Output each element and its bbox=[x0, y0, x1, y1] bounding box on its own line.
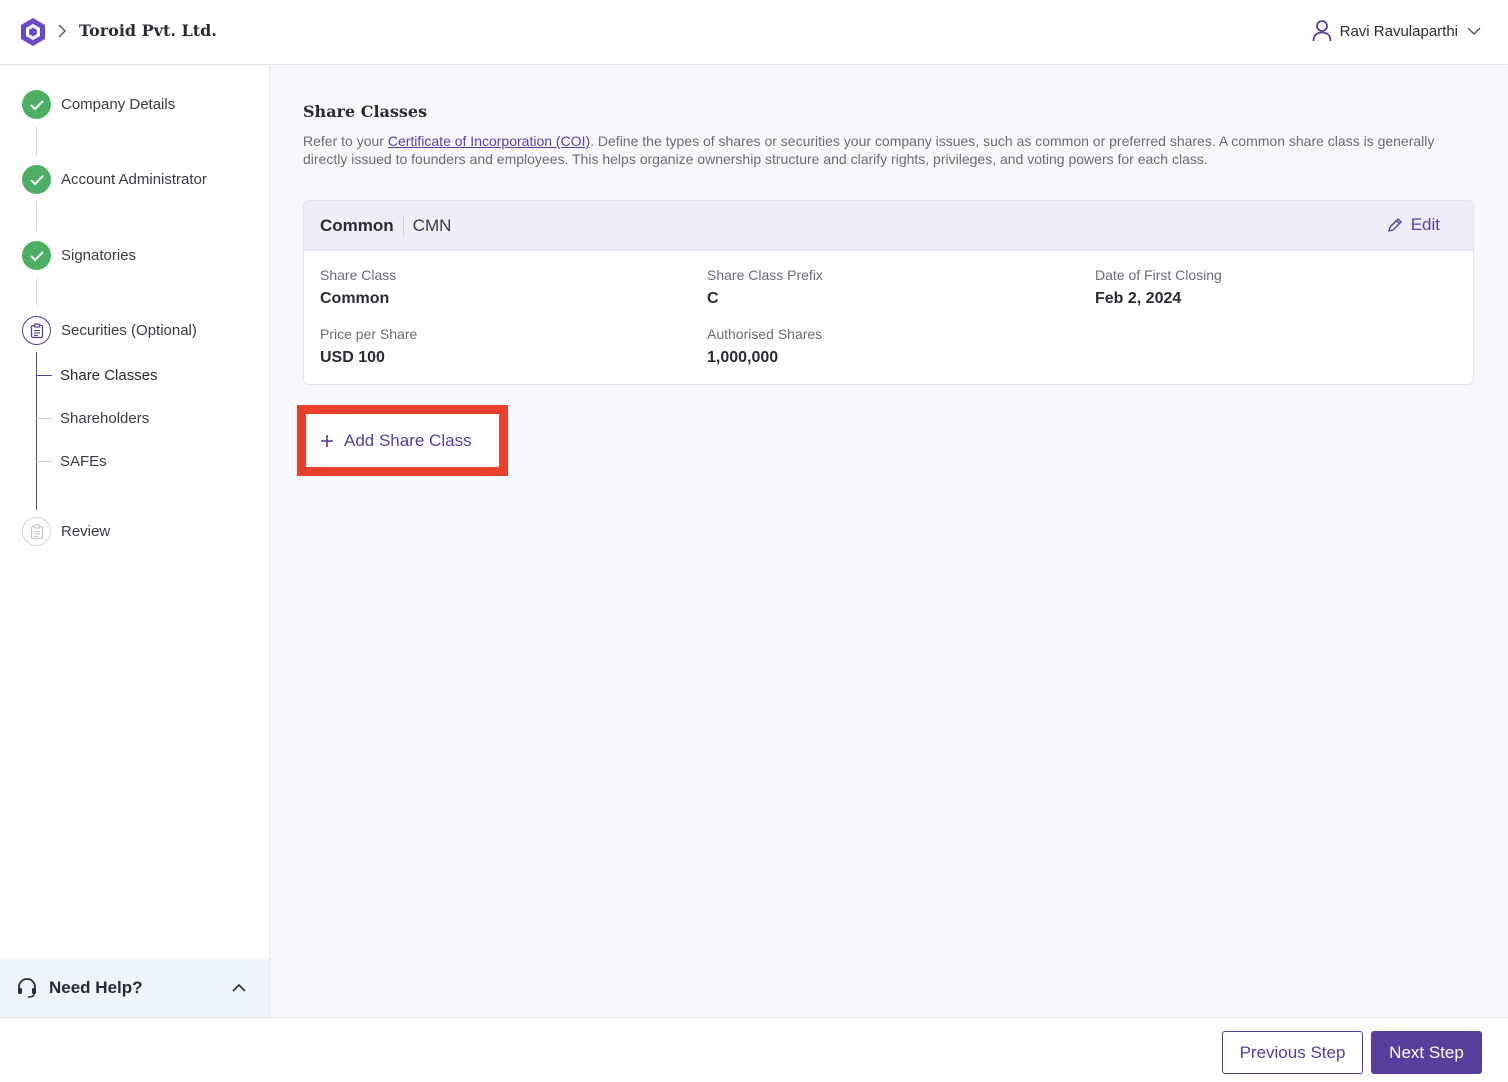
step-company-details[interactable]: Company Details bbox=[22, 90, 175, 119]
headset-icon bbox=[18, 978, 36, 998]
step-review[interactable]: Review bbox=[22, 517, 110, 546]
field-label: Share Class bbox=[320, 267, 397, 283]
user-name: Ravi Ravulaparthi bbox=[1339, 22, 1458, 40]
step-signatories[interactable]: Signatories bbox=[22, 241, 136, 270]
step-account-administrator[interactable]: Account Administrator bbox=[22, 165, 207, 194]
share-class-code: CMN bbox=[412, 215, 452, 235]
clipboard-icon bbox=[22, 316, 51, 345]
field-label: Date of First Closing bbox=[1095, 267, 1222, 283]
field-value: C bbox=[707, 290, 719, 307]
step-connector bbox=[36, 277, 37, 307]
substep-label: SAFEs bbox=[60, 453, 107, 470]
user-icon bbox=[1312, 20, 1332, 42]
check-icon bbox=[22, 165, 51, 194]
step-label: Review bbox=[61, 523, 111, 540]
user-menu[interactable]: Ravi Ravulaparthi bbox=[1312, 20, 1482, 42]
sidebar: Company Details Account Administrator Si… bbox=[0, 66, 270, 1017]
field-date-first-closing: Date of First Closing Feb 2, 2024 bbox=[1095, 267, 1222, 308]
need-help-panel[interactable]: Need Help? bbox=[0, 959, 269, 1017]
field-authorised-shares: Authorised Shares 1,000,000 bbox=[707, 326, 822, 367]
chevron-right-icon bbox=[58, 24, 67, 38]
main-content: Share Classes Refer to your Certificate … bbox=[270, 66, 1508, 1017]
share-class-name: Common bbox=[320, 215, 394, 235]
edit-label: Edit bbox=[1410, 215, 1440, 234]
edit-button[interactable]: Edit bbox=[1387, 215, 1440, 235]
plus-icon bbox=[321, 434, 333, 447]
field-value: 1,000,000 bbox=[707, 349, 779, 366]
field-value: USD 100 bbox=[320, 349, 385, 366]
field-label: Authorised Shares bbox=[707, 326, 823, 342]
clipboard-icon bbox=[22, 517, 51, 546]
add-share-class-label: Add Share Class bbox=[344, 430, 472, 450]
highlight-box: Add Share Class bbox=[297, 405, 508, 476]
divider bbox=[402, 215, 404, 236]
chevron-up-icon[interactable] bbox=[231, 983, 247, 993]
top-bar: Toroid Pvt. Ltd. Ravi Ravulaparthi bbox=[0, 0, 1508, 65]
field-price-per-share: Price per Share USD 100 bbox=[320, 326, 417, 367]
share-class-card-header: Common CMN Edit bbox=[304, 201, 1473, 251]
step-label: Signatories bbox=[61, 247, 137, 264]
coi-link[interactable]: Certificate of Incorporation (COI) bbox=[388, 133, 590, 149]
next-step-button[interactable]: Next Step bbox=[1371, 1031, 1482, 1074]
step-connector bbox=[36, 201, 37, 231]
substep-label: Share Classes bbox=[60, 367, 158, 384]
step-connector bbox=[36, 126, 37, 156]
chevron-down-icon bbox=[1467, 27, 1481, 36]
step-label: Company Details bbox=[61, 96, 176, 113]
field-share-class: Share Class Common bbox=[320, 267, 396, 308]
substep-label: Shareholders bbox=[60, 410, 150, 427]
step-securities[interactable]: Securities (Optional) bbox=[22, 316, 197, 345]
footer-bar: Previous Step Next Step bbox=[0, 1017, 1508, 1082]
field-value: Common bbox=[320, 290, 390, 307]
page-title: Share Classes bbox=[303, 102, 428, 121]
check-icon bbox=[22, 90, 51, 119]
field-value: Feb 2, 2024 bbox=[1095, 290, 1182, 307]
previous-step-button[interactable]: Previous Step bbox=[1222, 1031, 1363, 1074]
substep-safes[interactable]: SAFEs bbox=[36, 453, 107, 470]
description-prefix: Refer to your bbox=[303, 133, 388, 149]
step-label: Account Administrator bbox=[61, 171, 207, 188]
substep-shareholders[interactable]: Shareholders bbox=[36, 410, 149, 427]
substep-share-classes[interactable]: Share Classes bbox=[36, 367, 158, 384]
field-share-class-prefix: Share Class Prefix C bbox=[707, 267, 823, 308]
field-label: Share Class Prefix bbox=[707, 267, 823, 283]
need-help-label: Need Help? bbox=[49, 978, 143, 997]
page-description: Refer to your Certificate of Incorporati… bbox=[303, 132, 1473, 168]
add-share-class-button[interactable]: Add Share Class bbox=[306, 414, 499, 467]
share-class-card: Common CMN Edit Share Class Common Share… bbox=[303, 200, 1474, 385]
field-label: Price per Share bbox=[320, 326, 418, 342]
pencil-icon bbox=[1388, 218, 1402, 232]
step-label: Securities (Optional) bbox=[61, 322, 197, 339]
company-logo-icon[interactable] bbox=[20, 17, 46, 47]
company-name: Toroid Pvt. Ltd. bbox=[79, 21, 217, 40]
check-icon bbox=[22, 241, 51, 270]
